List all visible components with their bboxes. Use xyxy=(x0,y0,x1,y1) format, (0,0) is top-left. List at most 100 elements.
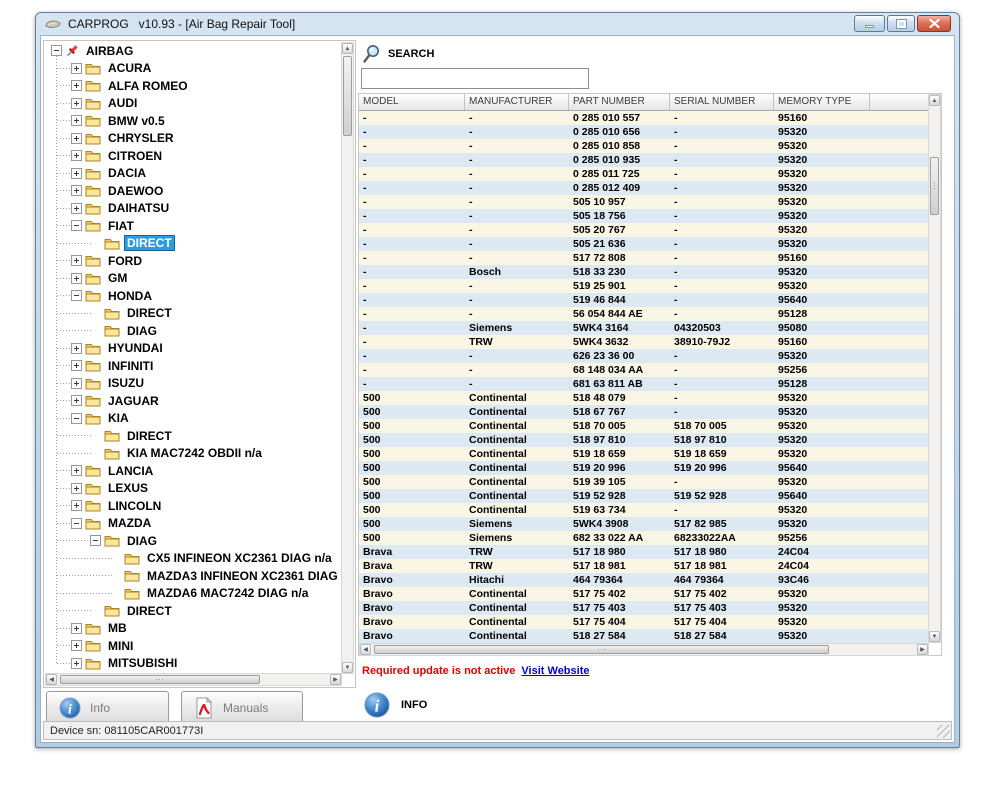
plus-expand-icon[interactable] xyxy=(71,167,82,179)
table-row[interactable]: - - 0 285 010 935 - 95320 xyxy=(359,153,929,167)
minimize-button[interactable] xyxy=(854,15,885,32)
table-row[interactable]: - Siemens 5WK4 3164 04320503 95080 xyxy=(359,321,929,335)
table-row[interactable]: 500 Siemens 682 33 022 AA 68233022AA 95256 xyxy=(359,531,929,545)
table-hscroll-thumb[interactable] xyxy=(374,645,829,654)
plus-expand-icon[interactable] xyxy=(71,255,82,267)
table-row[interactable]: Bravo Continental 518 27 584 518 27 584 9532… xyxy=(359,629,929,643)
plus-expand-icon[interactable] xyxy=(71,150,82,162)
tree-item[interactable]: DIRECT xyxy=(45,234,342,252)
scroll-up-icon[interactable]: ▲ xyxy=(342,43,353,54)
table-row[interactable]: 500 Continental 518 48 079 - 95320 xyxy=(359,391,929,405)
table-row[interactable]: - Bosch 518 33 230 - 95320 xyxy=(359,265,929,279)
table-row[interactable]: - - 681 63 811 AB - 95128 xyxy=(359,377,929,391)
tree-item[interactable]: DIRECT xyxy=(45,427,342,445)
tree-item[interactable]: CITROEN xyxy=(45,147,342,165)
table-row[interactable]: 500 Continental 519 39 105 - 95320 xyxy=(359,475,929,489)
plus-expand-icon[interactable] xyxy=(71,657,82,669)
table-row[interactable]: - - 56 054 844 AE - 95128 xyxy=(359,307,929,321)
table-row[interactable]: - - 505 21 636 - 95320 xyxy=(359,237,929,251)
tree-item[interactable]: MITSUBISHI xyxy=(45,654,342,672)
plus-expand-icon[interactable] xyxy=(71,622,82,634)
tree-item[interactable]: HYUNDAI xyxy=(45,339,342,357)
close-button[interactable] xyxy=(917,15,951,32)
table-row[interactable]: Bravo Continental 517 75 402 517 75 402 9532… xyxy=(359,587,929,601)
manuals-button[interactable]: Manuals xyxy=(181,691,303,724)
table-row[interactable]: - - 0 285 010 656 - 95320 xyxy=(359,125,929,139)
scroll-right-icon[interactable]: ▶ xyxy=(917,644,928,655)
tree-item[interactable]: AUDI xyxy=(45,94,342,112)
scroll-right-icon[interactable]: ▶ xyxy=(330,674,341,685)
table-row[interactable]: - - 505 10 957 - 95320 xyxy=(359,195,929,209)
tree-item[interactable]: INFINITI xyxy=(45,357,342,375)
table-row[interactable]: Bravo Hitachi 464 79364 464 79364 93C46 xyxy=(359,573,929,587)
table-row[interactable]: 500 Continental 518 67 767 - 95320 xyxy=(359,405,929,419)
scroll-up-icon[interactable]: ▲ xyxy=(929,95,940,106)
title-bar[interactable]: CARPROG v10.93 - [Air Bag Repair Tool] xyxy=(36,13,959,35)
tree-hscroll-thumb[interactable] xyxy=(60,675,260,684)
search-input[interactable] xyxy=(361,68,589,89)
table-row[interactable]: - - 626 23 36 00 - 95320 xyxy=(359,349,929,363)
plus-expand-icon[interactable] xyxy=(71,465,82,477)
minus-expand-icon[interactable] xyxy=(71,220,82,232)
table-row[interactable]: 500 Siemens 5WK4 3908 517 82 985 95320 xyxy=(359,517,929,531)
table-row[interactable]: 500 Continental 519 63 734 - 95320 xyxy=(359,503,929,517)
table-row[interactable]: Bravo Continental 517 75 404 517 75 404 9532… xyxy=(359,615,929,629)
plus-expand-icon[interactable] xyxy=(71,395,82,407)
table-row[interactable]: 500 Continental 518 70 005 518 70 005 95320 xyxy=(359,419,929,433)
plus-expand-icon[interactable] xyxy=(71,80,82,92)
minus-expand-icon[interactable] xyxy=(90,535,101,547)
tree-vscroll-thumb[interactable] xyxy=(343,56,352,136)
column-header[interactable]: MODEL xyxy=(359,94,465,110)
table-row[interactable]: - - 519 25 901 - 95320 xyxy=(359,279,929,293)
tree-item[interactable]: FIAT xyxy=(45,217,342,235)
tree-item[interactable]: DAEWOO xyxy=(45,182,342,200)
scroll-left-icon[interactable]: ◀ xyxy=(360,644,371,655)
tree-item[interactable]: LINCOLN xyxy=(45,497,342,515)
scroll-left-icon[interactable]: ◀ xyxy=(46,674,57,685)
info-button[interactable]: i Info xyxy=(46,691,169,724)
tree-item[interactable]: DACIA xyxy=(45,164,342,182)
table-row[interactable]: - - 0 285 010 858 - 95320 xyxy=(359,139,929,153)
tree-item[interactable]: KIA xyxy=(45,409,342,427)
table-row[interactable]: - TRW 5WK4 3632 38910-79J2 95160 xyxy=(359,335,929,349)
maximize-button[interactable] xyxy=(887,15,915,32)
tree-item[interactable]: AIRBAG xyxy=(45,42,342,60)
table-row[interactable]: - - 505 18 756 - 95320 xyxy=(359,209,929,223)
tree-item[interactable]: KIA MAC7242 OBDII n/a xyxy=(45,444,342,462)
tree-view[interactable]: AIRBAG ACURA ALFA ROMEO AUDI BMW v0.5 CHRYSLE… xyxy=(45,42,342,674)
table-row[interactable]: Bravo Continental 517 75 403 517 75 403 9532… xyxy=(359,601,929,615)
table-row[interactable]: - - 519 46 844 - 95640 xyxy=(359,293,929,307)
tree-item[interactable]: ALFA ROMEO xyxy=(45,77,342,95)
plus-expand-icon[interactable] xyxy=(71,482,82,494)
tree-item[interactable]: MAZDA3 INFINEON XC2361 DIAG xyxy=(45,567,342,585)
tree-item[interactable]: ACURA xyxy=(45,59,342,77)
table-row[interactable]: 500 Continental 519 52 928 519 52 928 95640 xyxy=(359,489,929,503)
table-row[interactable]: Brava TRW 517 18 980 517 18 980 24C04 xyxy=(359,545,929,559)
table-row[interactable]: 500 Continental 518 97 810 518 97 810 95320 xyxy=(359,433,929,447)
table-row[interactable]: 500 Continental 519 20 996 519 20 996 95640 xyxy=(359,461,929,475)
plus-expand-icon[interactable] xyxy=(71,185,82,197)
table-vscroll-thumb[interactable] xyxy=(930,157,939,215)
plus-expand-icon[interactable] xyxy=(71,500,82,512)
tree-item[interactable]: DAIHATSU xyxy=(45,199,342,217)
visit-website-link[interactable]: Visit Website xyxy=(521,665,589,677)
tree-item[interactable]: JAGUAR xyxy=(45,392,342,410)
tree-item[interactable]: DIAG xyxy=(45,322,342,340)
tree-item[interactable]: FORD xyxy=(45,252,342,270)
tree-item[interactable]: CX5 INFINEON XC2361 DIAG n/a xyxy=(45,549,342,567)
tree-item[interactable]: MB xyxy=(45,619,342,637)
minus-expand-icon[interactable] xyxy=(71,517,82,529)
resize-grip[interactable] xyxy=(937,725,950,738)
tree-item[interactable]: MAZDA xyxy=(45,514,342,532)
column-header[interactable]: MANUFACTURER xyxy=(465,94,569,110)
plus-expand-icon[interactable] xyxy=(71,360,82,372)
tree-item[interactable]: DIRECT xyxy=(45,602,342,620)
minus-expand-icon[interactable] xyxy=(51,45,62,57)
tree-item[interactable]: BMW v0.5 xyxy=(45,112,342,130)
scroll-down-icon[interactable]: ▼ xyxy=(342,662,353,673)
tree-item[interactable]: CHRYSLER xyxy=(45,129,342,147)
tree-item[interactable]: MINI xyxy=(45,637,342,655)
tree-item[interactable]: LEXUS xyxy=(45,479,342,497)
table-body[interactable]: - - 0 285 010 557 - 95160 - - 0 285 010 656 - 953… xyxy=(359,111,929,643)
table-row[interactable]: 500 Continental 519 18 659 519 18 659 95320 xyxy=(359,447,929,461)
